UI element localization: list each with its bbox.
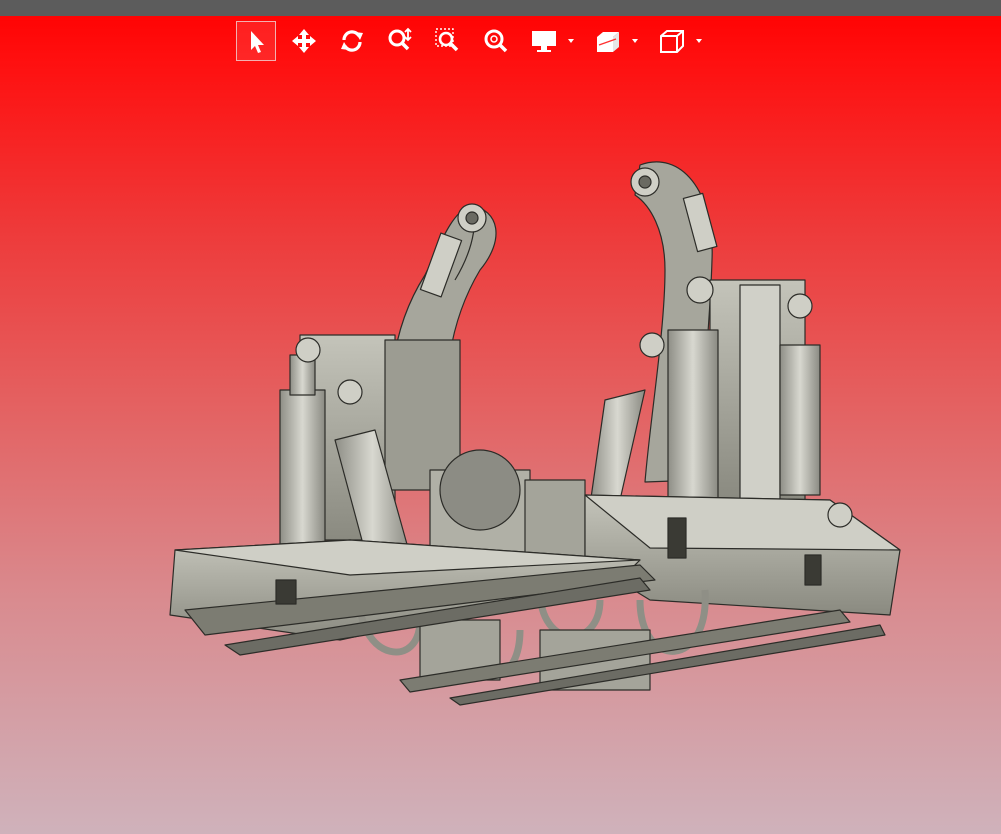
zoom-window-tool-button[interactable]: [428, 21, 468, 61]
cad-model: [169, 161, 901, 706]
cube-view-icon: [660, 30, 684, 53]
chevron-down-icon: [632, 39, 638, 43]
3d-viewport[interactable]: [0, 62, 1001, 834]
chevron-down-icon: [568, 39, 574, 43]
section-dropdown[interactable]: [588, 21, 642, 61]
zoom-vertical-icon: [388, 27, 412, 51]
viewer-toolbar: [236, 20, 716, 62]
chevron-down-icon: [696, 39, 702, 43]
pan-tool-button[interactable]: [284, 21, 324, 61]
view-orientation-dropdown[interactable]: [652, 21, 706, 61]
cursor-arrow-icon: [251, 31, 264, 53]
section-cube-icon: [597, 32, 619, 52]
select-tool-button[interactable]: [236, 21, 276, 61]
zoom-tool-button[interactable]: [380, 21, 420, 61]
monitor-icon: [532, 31, 556, 52]
zoom-fit-icon: [484, 29, 508, 53]
display-mode-dropdown[interactable]: [524, 21, 578, 61]
zoom-fit-tool-button[interactable]: [476, 21, 516, 61]
zoom-window-icon: [435, 28, 459, 52]
window-title-bar: [0, 0, 1001, 16]
rotate-icon: [341, 30, 363, 52]
move-arrows-icon: [292, 29, 316, 53]
rotate-tool-button[interactable]: [332, 21, 372, 61]
